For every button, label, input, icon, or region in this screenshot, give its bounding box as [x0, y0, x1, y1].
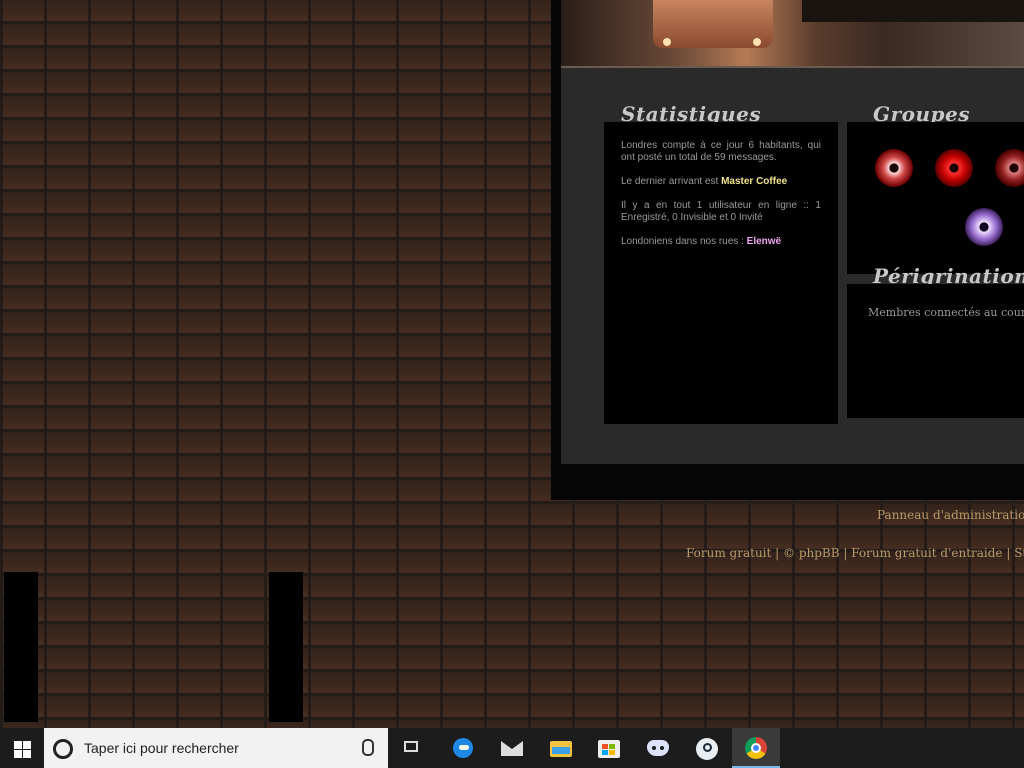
bus-light: [663, 38, 671, 46]
forum-gratuit-link[interactable]: Forum gratuit: [686, 546, 771, 560]
store-logo-tile: [609, 750, 615, 755]
windows-logo-icon: [23, 750, 31, 758]
edge-button[interactable]: [439, 728, 487, 768]
separator: |: [839, 546, 852, 560]
task-view-icon: [404, 741, 418, 752]
search-placeholder: Taper ici pour rechercher: [84, 740, 239, 756]
groups-box: [847, 122, 1024, 274]
microphone-icon[interactable]: [362, 739, 374, 756]
store-logo-tile: [602, 744, 608, 749]
mail-icon-flap: [501, 741, 523, 749]
separator: |: [771, 546, 784, 560]
street-prefix: Londoniens dans nos rues :: [621, 236, 747, 247]
file-explorer-button[interactable]: [537, 728, 585, 768]
folder-icon-band: [552, 747, 570, 754]
widgets-area: Statistiques Londres compte à ce jour 6 …: [561, 68, 1024, 464]
mail-button[interactable]: [488, 728, 536, 768]
stats-line-street: Londoniens dans nos rues : Elenwë: [621, 236, 821, 248]
windows-logo-icon: [23, 741, 31, 749]
steam-button[interactable]: [683, 728, 731, 768]
perigrination-text: Membres connectés au cours de: [868, 306, 1024, 319]
header-banner-image: [561, 0, 1024, 68]
newest-member-link[interactable]: Master Coffee: [721, 176, 787, 187]
phpbb-link[interactable]: © phpBB: [783, 546, 840, 560]
discord-icon: [647, 740, 669, 756]
edge-icon-mark: [459, 745, 469, 750]
forum-entraide-link[interactable]: Forum gratuit d'entraide: [851, 546, 1002, 560]
store-button[interactable]: [585, 728, 633, 768]
discord-button[interactable]: [634, 728, 682, 768]
store-bag-icon: [598, 740, 620, 758]
group-eye-icon[interactable]: [875, 149, 913, 187]
header-dark-strip: [802, 0, 1024, 22]
cortana-icon: [53, 739, 73, 759]
online-member-link[interactable]: Elenwë: [747, 236, 781, 247]
stats-line-newest: Le dernier arrivant est Master Coffee: [621, 176, 821, 188]
stats-line-online: Il y a en tout 1 utilisateur en ligne ::…: [621, 200, 821, 223]
forum-panel: Statistiques Londres compte à ce jour 6 …: [551, 0, 1024, 500]
stats-box: Londres compte à ce jour 6 habitants, qu…: [604, 122, 838, 424]
store-logo-tile: [602, 750, 608, 755]
store-logo-tile: [609, 744, 615, 749]
group-eye-icon[interactable]: [995, 149, 1024, 187]
taskbar: Taper ici pour rechercher: [0, 728, 1024, 768]
group-eye-icon[interactable]: [935, 149, 973, 187]
bus-image: [653, 0, 773, 48]
admin-panel-link[interactable]: Panneau d'administration: [877, 508, 1024, 522]
stats-link[interactable]: Statist: [1014, 546, 1024, 560]
chrome-button[interactable]: [732, 728, 780, 768]
side-bar-right: [269, 572, 303, 722]
separator: |: [1002, 546, 1015, 560]
footer-links: Forum gratuit | © phpBB | Forum gratuit …: [686, 546, 1024, 560]
side-bar-left: [4, 572, 38, 722]
steam-icon-knob: [703, 743, 712, 752]
discord-eye: [652, 746, 656, 750]
windows-logo-icon: [14, 741, 22, 749]
chrome-icon-center: [751, 743, 761, 753]
start-button[interactable]: [0, 728, 44, 768]
perigrination-box: Membres connectés au cours de: [847, 284, 1024, 418]
stats-text: Londres compte à ce jour 6 habitants, qu…: [621, 140, 821, 260]
newest-prefix: Le dernier arrivant est: [621, 176, 722, 187]
group-eye-icon[interactable]: [965, 208, 1003, 246]
taskbar-search-box[interactable]: Taper ici pour rechercher: [44, 728, 388, 768]
windows-logo-icon: [14, 750, 22, 758]
stats-line-total: Londres compte à ce jour 6 habitants, qu…: [621, 140, 821, 163]
task-view-button[interactable]: [388, 728, 436, 768]
discord-eye: [660, 746, 664, 750]
bus-light: [753, 38, 761, 46]
